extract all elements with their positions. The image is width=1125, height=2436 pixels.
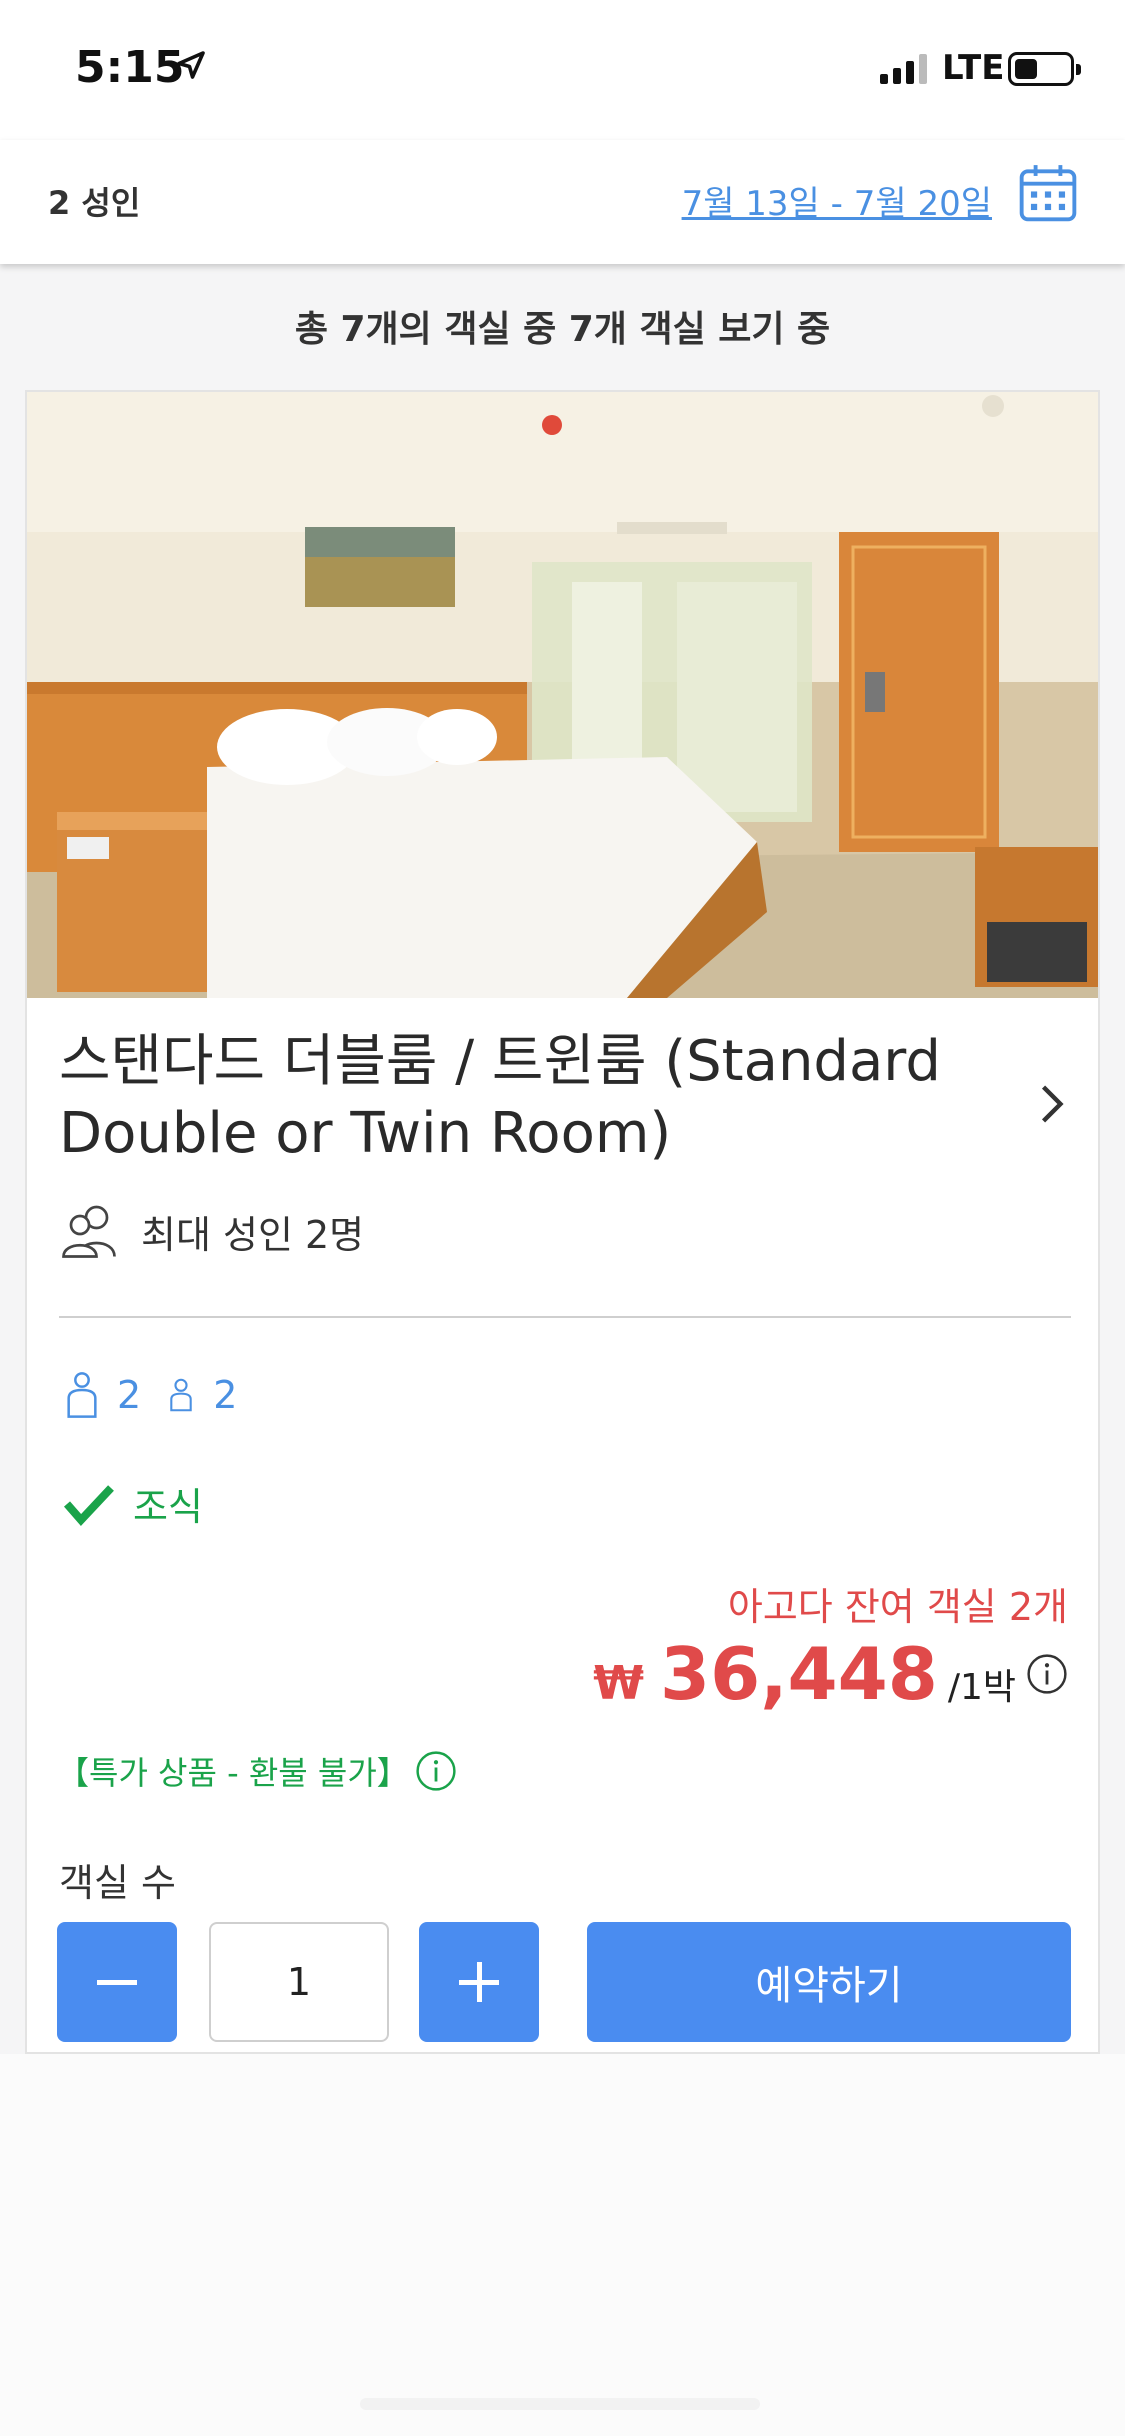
occupancy-row: 최대 성인 2명 (59, 1202, 364, 1260)
deal-row: 【특가 상품 - 환불 불가】 (57, 1748, 457, 1794)
chevron-right-icon[interactable] (1035, 1082, 1069, 1126)
room-title[interactable]: 스탠다드 더블룸 / 트윈룸 (Standard Double or Twin … (59, 1026, 1019, 1170)
price-row: ₩ 36,448 /1박 (593, 1632, 1068, 1716)
deal-info-icon[interactable] (415, 1750, 457, 1792)
results-summary: 총 7개의 객실 중 7개 객실 보기 중 (294, 309, 831, 350)
breakfast-row: 조식 (63, 1476, 203, 1531)
divider (59, 1316, 1071, 1318)
status-time: 5:15 (75, 42, 185, 93)
date-range-link[interactable]: 7월 13일 - 7월 20일 (682, 176, 992, 225)
double-bed-icon (67, 1372, 97, 1418)
status-bar: 5:15 LTE (0, 0, 1125, 140)
book-button[interactable]: 예약하기 (587, 1922, 1071, 2042)
price-currency: ₩ (593, 1656, 644, 1710)
guests-icon (62, 1205, 116, 1258)
checkmark-icon (63, 1484, 114, 1526)
calendar-icon[interactable] (1017, 162, 1079, 224)
increase-rooms-button[interactable] (419, 1922, 539, 2042)
rooms-count-label: 객실 수 (59, 1861, 176, 1905)
breakfast-label: 조식 (133, 1485, 203, 1529)
deal-label: 【특가 상품 - 환불 불가】 (57, 1754, 409, 1792)
single-bed-icon (170, 1378, 192, 1412)
guest-count[interactable]: 2 성인 (48, 178, 140, 224)
network-label: LTE (942, 48, 1005, 88)
bottom-area (0, 2054, 1125, 2436)
battery-icon (1008, 52, 1081, 86)
price-amount: 36,448 (660, 1632, 938, 1716)
single-bed-count: 2 (213, 1373, 238, 1417)
price-unit: /1박 (947, 1667, 1016, 1708)
signal-icon (880, 52, 927, 84)
room-photo[interactable] (27, 392, 1100, 998)
info-icon[interactable] (1026, 1653, 1068, 1695)
bed-info: 2 2 (65, 1370, 263, 1420)
home-indicator (360, 2398, 760, 2410)
occupancy-text: 최대 성인 2명 (141, 1212, 365, 1257)
search-header: 2 성인 7월 13일 - 7월 20일 (0, 140, 1125, 264)
rooms-count-input[interactable] (209, 1922, 389, 2042)
decrease-rooms-button[interactable] (57, 1922, 177, 2042)
location-arrow-icon (177, 51, 205, 79)
double-bed-count: 2 (117, 1373, 142, 1417)
rooms-left-notice: 아고다 잔여 객실 2개 (727, 1585, 1068, 1629)
room-card: 스탠다드 더블룸 / 트윈룸 (Standard Double or Twin … (25, 390, 1100, 2054)
